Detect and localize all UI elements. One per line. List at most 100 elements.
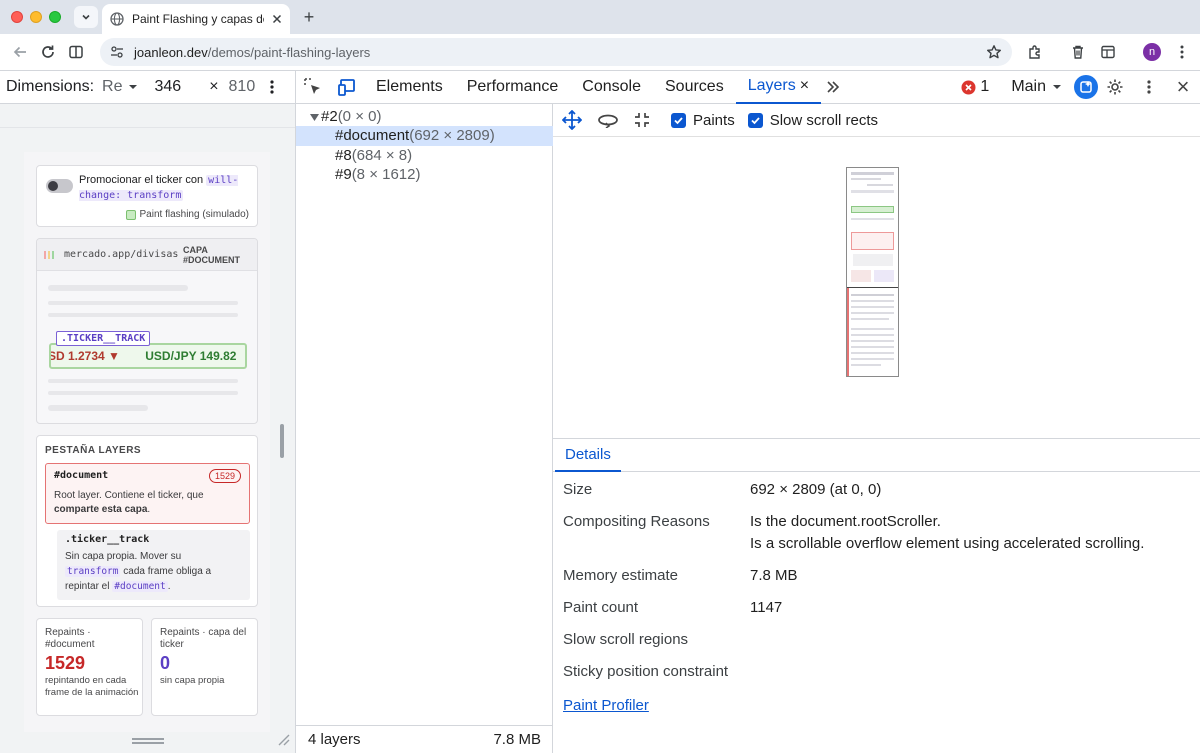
thumb-stat — [851, 270, 871, 282]
rotate-mode-icon[interactable] — [591, 104, 625, 137]
slow-scroll-rects-checkbox[interactable]: Slow scroll rects — [747, 112, 878, 129]
device-toggle-icon[interactable] — [330, 71, 364, 104]
thumb-line — [851, 318, 889, 320]
thumb-ticker — [851, 206, 894, 213]
tab-details[interactable]: Details — [555, 439, 621, 472]
tab-layers[interactable]: Layers × — [735, 71, 822, 104]
layer-count: 4 layers — [308, 731, 361, 748]
ticker-track: SD 1.2734 ▼ USD/JPY 149.82 — [49, 343, 247, 369]
thumb-line — [867, 184, 893, 186]
layer-tree-panel: #2(0 × 0) #document(692 × 2809) #8(684 ×… — [295, 104, 553, 753]
maximize-window-button[interactable] — [49, 11, 61, 23]
layer-description: Sin capa propia. Mover su transform cada… — [65, 551, 212, 592]
pan-mode-icon[interactable] — [553, 104, 591, 137]
checkmark-icon — [671, 112, 686, 128]
paints-checkbox[interactable]: Paints — [671, 112, 735, 129]
tab-title: Paint Flashing y capas de con — [132, 12, 264, 26]
placeholder-bar — [48, 285, 188, 291]
device-options-icon[interactable] — [269, 79, 275, 95]
document-layer-item: #document 1529 Root layer. Contiene el t… — [45, 463, 250, 524]
layer-memory-total: 7.8 MB — [493, 731, 541, 748]
thumb-card — [851, 232, 894, 250]
paint-flashing-checkbox[interactable]: Paint flashing (simulado) — [125, 209, 249, 220]
tab-layout-icon[interactable] — [1098, 42, 1118, 62]
stat-label: Repaints · capa del ticker — [160, 627, 247, 650]
minimize-window-button[interactable] — [30, 11, 42, 23]
kebab-menu-icon[interactable] — [1172, 42, 1192, 62]
paint-profiler-link[interactable]: Paint Profiler — [563, 697, 649, 714]
reset-transform-icon[interactable] — [625, 104, 659, 137]
mock-browser-card: mercado.app/divisas CAPA #DOCUMENT SD 1.2… — [36, 238, 258, 424]
layer-thumbnail[interactable] — [846, 167, 899, 377]
sticky-position-key: Sticky position constraint — [563, 663, 729, 680]
device-width-input[interactable]: 346 — [154, 78, 181, 96]
layer-tree-row[interactable]: #2(0 × 0) — [296, 107, 553, 127]
placeholder-bar — [48, 379, 238, 383]
tab-search-button[interactable] — [74, 6, 98, 28]
stat-label: Repaints · #document — [45, 627, 95, 650]
mock-dot-yellow — [48, 251, 50, 259]
profile-avatar[interactable]: n — [1143, 43, 1161, 61]
device-preset-select[interactable]: Re — [102, 78, 122, 96]
close-window-button[interactable] — [11, 11, 23, 23]
layers-3d-canvas[interactable] — [553, 137, 1200, 438]
layers-view-toolbar: Paints Slow scroll rects — [553, 104, 1200, 137]
thumb-stat — [874, 270, 894, 282]
mock-dot-red — [44, 251, 46, 259]
emulated-page[interactable]: Promocionar el ticker con will-change: t… — [24, 152, 270, 732]
stat-value: 0 — [160, 653, 171, 673]
stat-value: 1529 — [45, 653, 86, 673]
back-icon[interactable] — [10, 42, 30, 62]
tab-performance[interactable]: Performance — [455, 71, 571, 104]
url-text: joanleon.dev/demos/paint-flashing-layers — [134, 44, 371, 60]
compositing-reasons-key: Compositing Reasons — [563, 513, 710, 530]
inspect-element-icon[interactable] — [296, 71, 330, 104]
thumb-line — [851, 358, 894, 360]
placeholder-bar — [48, 391, 238, 395]
context-selector[interactable]: Main — [1011, 78, 1062, 96]
layer-tree-row[interactable]: #9(8 × 1612) — [296, 165, 553, 185]
ai-assistance-icon[interactable] — [1074, 75, 1098, 99]
address-bar[interactable]: joanleon.dev/demos/paint-flashing-layers — [100, 38, 1012, 66]
close-icon[interactable] — [272, 14, 282, 24]
viewport-resize-handle-right[interactable] — [280, 424, 284, 458]
checkbox-icon — [125, 209, 136, 220]
thumb-line — [851, 218, 894, 220]
close-devtools-button[interactable]: × — [1166, 71, 1200, 104]
devtools-menu-icon[interactable] — [1132, 71, 1166, 104]
close-tab-icon[interactable]: × — [800, 77, 809, 95]
thumb-line — [851, 352, 894, 354]
site-settings-icon[interactable] — [110, 45, 124, 59]
layer-tag: CAPA #DOCUMENT — [183, 245, 241, 265]
thumb-line — [851, 190, 894, 193]
scroll-rect — [847, 288, 849, 376]
tab-console[interactable]: Console — [570, 71, 653, 104]
thumb-line — [851, 340, 894, 342]
more-tabs-icon[interactable] — [821, 71, 845, 104]
bookmark-star-icon[interactable] — [986, 44, 1002, 60]
extensions-icon[interactable] — [1025, 42, 1045, 62]
tab-elements[interactable]: Elements — [364, 71, 455, 104]
slow-scroll-regions-key: Slow scroll regions — [563, 631, 689, 648]
caret-down-icon[interactable] — [128, 82, 138, 92]
error-counter[interactable]: 1 — [961, 78, 989, 96]
resize-corner-icon[interactable] — [276, 732, 290, 746]
layer-tree-row-selected[interactable]: #document(692 × 2809) — [296, 126, 553, 146]
trash-icon[interactable] — [1068, 42, 1088, 62]
new-tab-button[interactable]: + — [300, 7, 318, 27]
ticker-item: SD 1.2734 ▼ — [49, 349, 120, 363]
devtools-tab-strip: Elements Performance Console Sources Lay… — [295, 70, 1200, 104]
device-height-input[interactable]: 810 — [229, 78, 256, 96]
device-viewport-area: Promocionar el ticker con will-change: t… — [0, 104, 295, 753]
layer-tree-row[interactable]: #8(684 × 8) — [296, 146, 553, 166]
will-change-toggle[interactable] — [46, 179, 73, 193]
placeholder-bar — [48, 313, 238, 317]
expand-triangle-icon[interactable] — [310, 113, 319, 122]
settings-gear-icon[interactable] — [1098, 71, 1132, 104]
reload-icon[interactable] — [38, 42, 58, 62]
chevron-down-icon — [82, 14, 90, 20]
split-view-icon[interactable] — [66, 42, 86, 62]
browser-tab[interactable]: Paint Flashing y capas de con — [102, 4, 290, 34]
tab-sources[interactable]: Sources — [653, 71, 736, 104]
viewport-resize-handle-bottom[interactable] — [132, 738, 164, 744]
